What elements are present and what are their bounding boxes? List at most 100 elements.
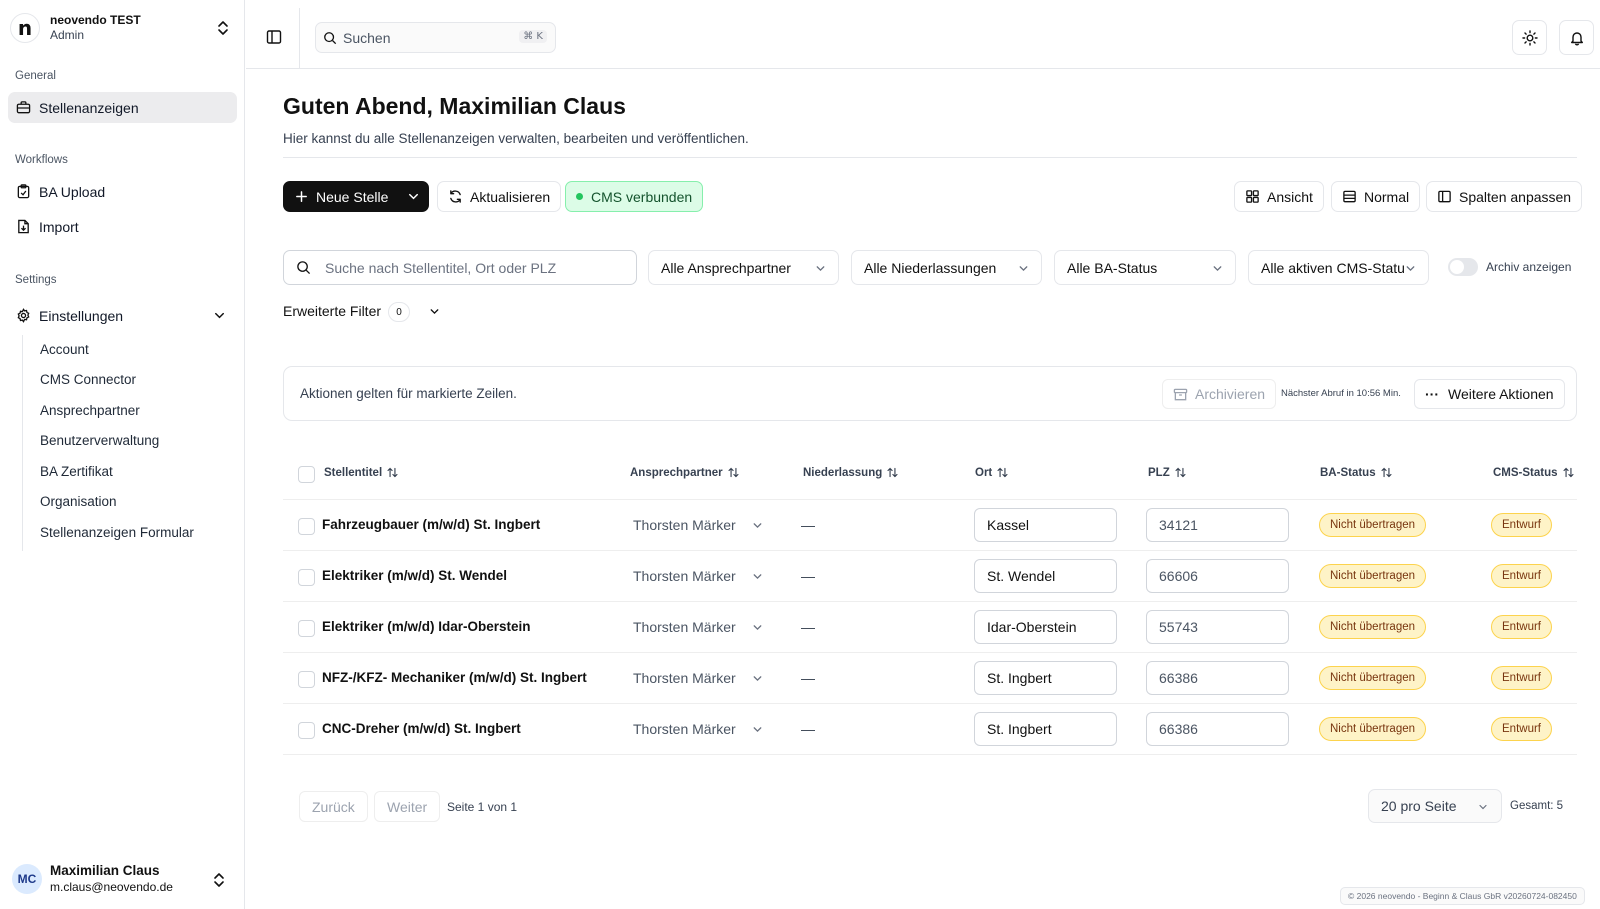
cms-status-filter-value: Alle aktiven CMS-Status — [1261, 259, 1412, 276]
global-search-input[interactable]: Suchen ⌘ K — [315, 22, 556, 53]
refresh-icon — [450, 190, 461, 203]
chevron-down-icon — [753, 625, 762, 631]
divider — [283, 754, 1577, 755]
plz-input[interactable]: 66386 — [1146, 712, 1289, 746]
page-info: Seite 1 von 1 — [447, 800, 518, 814]
contact-filter-select[interactable]: Alle Ansprechpartner — [648, 250, 839, 285]
notifications-button[interactable] — [1559, 20, 1594, 55]
job-search-input[interactable]: Suche nach Stellentitel, Ort oder PLZ — [283, 250, 637, 285]
cms-status-filter-select[interactable]: Alle aktiven CMS-Status — [1248, 250, 1429, 285]
sort-icon — [887, 467, 898, 478]
plz-input[interactable]: 55743 — [1146, 610, 1289, 644]
branch-value: — — [801, 568, 815, 584]
refresh-button[interactable]: Aktualisieren — [437, 181, 562, 212]
contact-select[interactable]: Thorsten Märker — [633, 619, 736, 635]
archive-toggle[interactable] — [1448, 258, 1478, 276]
sidebar-item-einstellungen[interactable]: Einstellungen — [8, 300, 237, 331]
ba-status-filter-select[interactable]: Alle BA-Status — [1054, 250, 1236, 285]
advanced-filter-toggle[interactable]: Erweiterte Filter — [283, 303, 381, 319]
row-checkbox[interactable] — [298, 620, 315, 637]
plus-icon — [296, 191, 307, 202]
section-label-workflows: Workflows — [15, 154, 68, 166]
sidebar-item-stellenanzeigen[interactable]: Stellenanzeigen — [8, 92, 237, 123]
sidebar-subitem-ansprechpartner[interactable]: Ansprechpartner — [40, 403, 140, 418]
city-input[interactable]: St. Wendel — [974, 559, 1117, 593]
next-page-button[interactable]: Weiter — [374, 791, 441, 822]
branch-filter-select[interactable]: Alle Niederlassungen — [851, 250, 1042, 285]
row-checkbox[interactable] — [298, 671, 315, 688]
city-input[interactable]: Kassel — [974, 508, 1117, 542]
row-checkbox[interactable] — [298, 518, 315, 535]
job-title[interactable]: Elektriker (m/w/d) Idar-Oberstein — [322, 619, 531, 634]
plz-input[interactable]: 66386 — [1146, 661, 1289, 695]
search-icon — [297, 261, 311, 275]
column-header-ort[interactable]: Ort — [975, 466, 1009, 479]
sidebar-subitem-stellenanzeigen-formular[interactable]: Stellenanzeigen Formular — [40, 525, 194, 540]
view-button[interactable]: Ansicht — [1234, 181, 1324, 212]
section-label-settings: Settings — [15, 274, 57, 286]
city-input[interactable]: Idar-Oberstein — [974, 610, 1117, 644]
per-page-select[interactable]: 20 pro Seite — [1368, 789, 1502, 823]
rows-icon — [1343, 190, 1356, 203]
column-header-ba-status[interactable]: BA-Status — [1320, 466, 1393, 479]
chevron-down-icon[interactable] — [428, 305, 441, 318]
chevron-down-icon — [814, 262, 827, 275]
view-label: Ansicht — [1267, 188, 1313, 205]
density-button[interactable]: Normal — [1331, 181, 1421, 212]
job-title[interactable]: NFZ-/KFZ- Mechaniker (m/w/d) St. Ingbert — [322, 670, 587, 685]
columns-button[interactable]: Spalten anpassen — [1426, 181, 1583, 212]
archive-button[interactable]: Archivieren — [1162, 379, 1277, 409]
sidebar-subitem-benutzerverwaltung[interactable]: Benutzerverwaltung — [40, 433, 159, 448]
contact-select[interactable]: Thorsten Märker — [633, 568, 736, 584]
city-input[interactable]: St. Ingbert — [974, 712, 1117, 746]
plz-input[interactable]: 34121 — [1146, 508, 1289, 542]
cms-status-badge: Entwurf — [1491, 564, 1552, 588]
city-input[interactable]: St. Ingbert — [974, 661, 1117, 695]
contact-select[interactable]: Thorsten Märker — [633, 721, 736, 737]
column-header-niederlassung[interactable]: Niederlassung — [803, 466, 899, 479]
sidebar-subitem-account[interactable]: Account — [40, 342, 89, 357]
sidebar-subitem-ba-zertifikat[interactable]: BA Zertifikat — [40, 464, 113, 479]
row-checkbox[interactable] — [298, 722, 315, 739]
chevron-down-icon — [753, 727, 762, 733]
workspace-switcher[interactable]: n neovendo TEST Admin — [10, 10, 238, 46]
sidebar-toggle-icon[interactable] — [266, 29, 282, 45]
divider — [283, 550, 1577, 551]
new-job-dropdown[interactable] — [398, 182, 428, 211]
column-header-cms-status[interactable]: CMS-Status — [1493, 466, 1575, 479]
column-header-plz[interactable]: PLZ — [1148, 466, 1187, 479]
contact-select[interactable]: Thorsten Märker — [633, 670, 736, 686]
footer-copyright: © 2026 neovendo - Beginn & Claus GbR v20… — [1340, 887, 1585, 905]
next-fetch-info: Nächster Abruf in 10:56 Min. — [1281, 388, 1401, 399]
chevrons-up-down-icon — [218, 21, 228, 35]
column-header-ansprechpartner[interactable]: Ansprechpartner — [630, 466, 740, 479]
sort-icon — [997, 467, 1008, 478]
per-page-value: 20 pro Seite — [1381, 798, 1457, 814]
sidebar-item-ba-upload[interactable]: BA Upload — [8, 176, 237, 207]
grid-icon — [1246, 190, 1259, 203]
cms-status-badge: Entwurf — [1491, 666, 1552, 690]
sidebar-subitem-cms-connector[interactable]: CMS Connector — [40, 372, 136, 387]
sidebar-subitem-organisation[interactable]: Organisation — [40, 494, 117, 509]
archive-toggle-label: Archiv anzeigen — [1486, 260, 1572, 274]
search-icon — [324, 31, 337, 44]
sun-icon — [1521, 29, 1538, 46]
workspace-name: neovendo TEST — [50, 13, 141, 27]
job-title[interactable]: Elektriker (m/w/d) St. Wendel — [322, 568, 507, 583]
plz-input[interactable]: 66606 — [1146, 559, 1289, 593]
new-job-button[interactable]: Neue Stelle — [283, 181, 429, 212]
column-header-stellentitel[interactable]: Stellentitel — [324, 466, 399, 479]
chevron-down-icon — [408, 193, 418, 200]
sidebar-item-import[interactable]: Import — [8, 211, 237, 242]
prev-page-button[interactable]: Zurück — [299, 791, 368, 822]
more-actions-button[interactable]: ··· Weitere Aktionen — [1414, 379, 1565, 409]
row-checkbox[interactable] — [298, 569, 315, 586]
theme-toggle-button[interactable] — [1512, 20, 1547, 55]
job-title[interactable]: CNC-Dreher (m/w/d) St. Ingbert — [322, 721, 521, 736]
contact-select[interactable]: Thorsten Märker — [633, 517, 736, 533]
user-menu[interactable]: MC Maximilian Claus m.claus@neovendo.de — [12, 860, 234, 898]
job-title[interactable]: Fahrzeugbauer (m/w/d) St. Ingbert — [322, 517, 540, 532]
branch-value: — — [801, 517, 815, 533]
columns-icon — [1438, 190, 1451, 203]
select-all-checkbox[interactable] — [298, 466, 315, 483]
